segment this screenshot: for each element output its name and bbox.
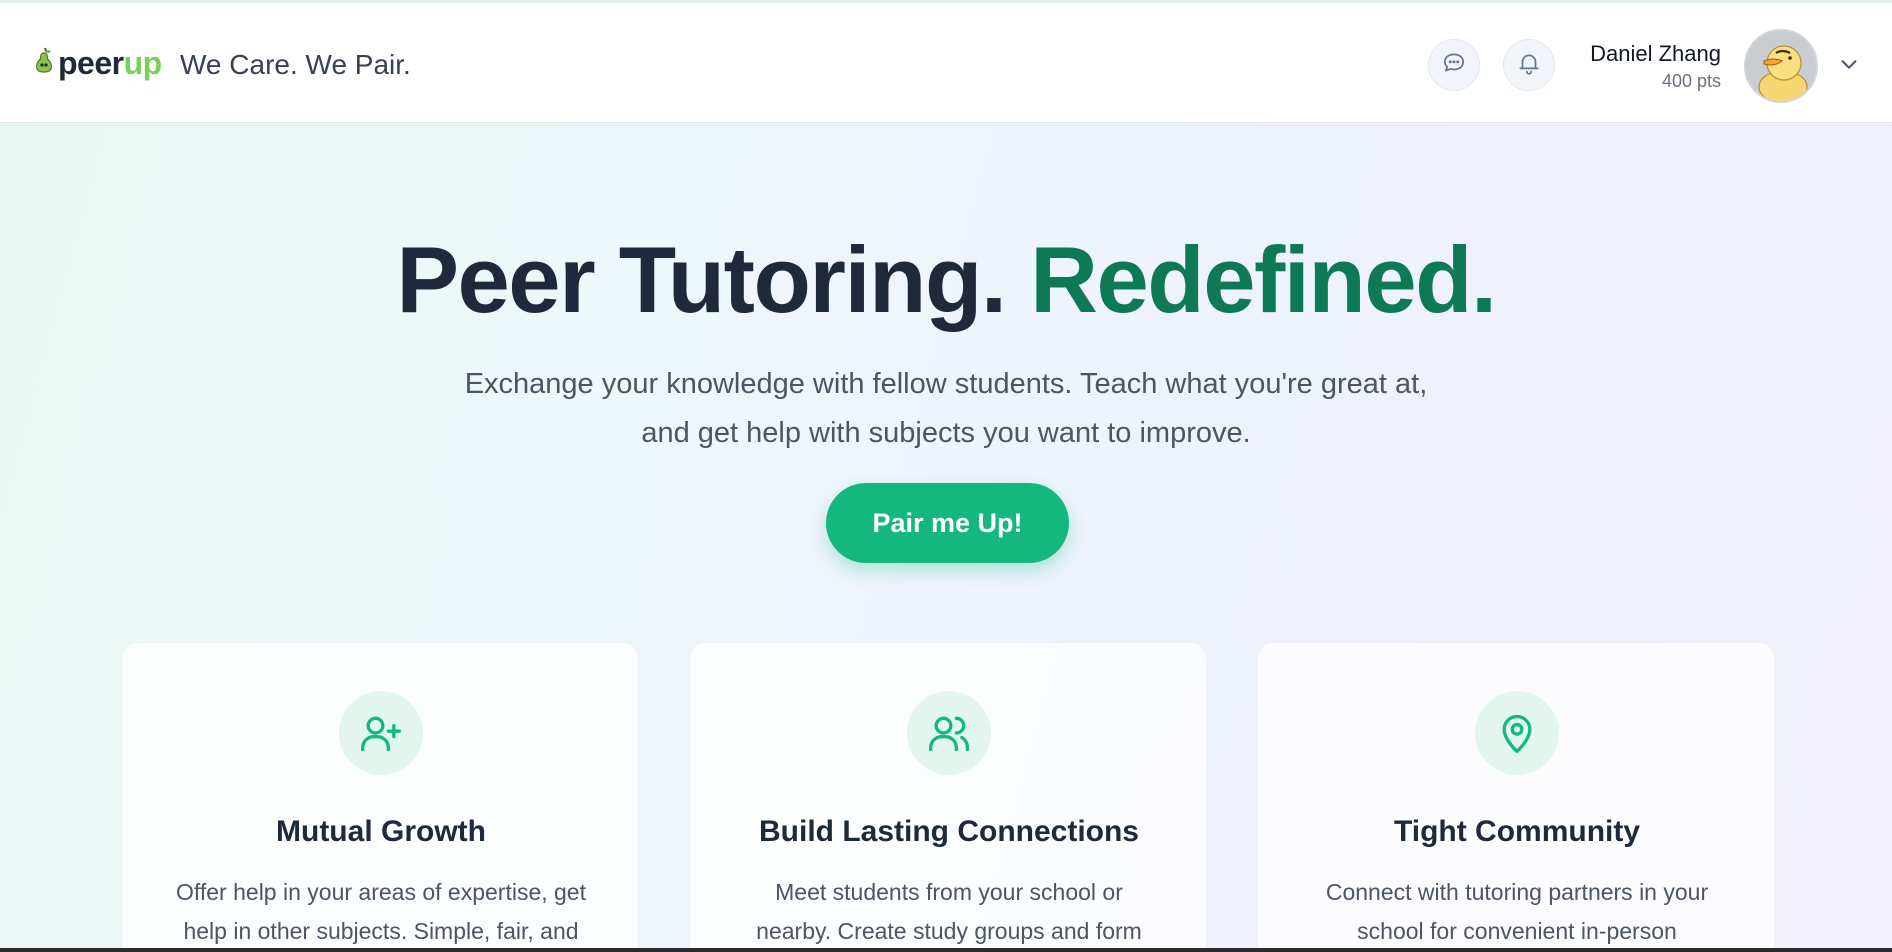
messages-button[interactable] xyxy=(1428,39,1480,91)
feature-description-line-1: Connect with tutoring partners in your xyxy=(1325,879,1709,905)
feature-card-mutual-growth: Mutual Growth Offer help in your areas o… xyxy=(121,642,639,952)
feature-card-tight-community: Tight Community Connect with tutoring pa… xyxy=(1257,642,1775,952)
bell-icon xyxy=(1516,50,1542,81)
headline-main: Peer Tutoring. xyxy=(396,227,1031,332)
logo[interactable]: peerup xyxy=(34,45,162,82)
feature-title: Build Lasting Connections xyxy=(759,815,1139,848)
window-bottom-edge xyxy=(0,948,1892,952)
feature-title: Mutual Growth xyxy=(276,815,486,848)
users-icon xyxy=(907,691,991,775)
user-points: 400 pts xyxy=(1661,71,1721,91)
feature-description-line-2: school for convenient in-person xyxy=(1357,918,1677,944)
hero-subtitle: Exchange your knowledge with fellow stud… xyxy=(446,360,1446,458)
avatar[interactable] xyxy=(1744,29,1818,103)
subtitle-line-1: Exchange your knowledge with fellow stud… xyxy=(464,368,1428,400)
subtitle-line-2: and get help with subjects you want to i… xyxy=(641,417,1251,449)
user-name: Daniel Zhang xyxy=(1590,41,1721,66)
feature-card-build-connections: Build Lasting Connections Meet students … xyxy=(689,642,1207,952)
user-menu-toggle[interactable] xyxy=(1838,53,1860,80)
chat-bubble-icon xyxy=(1441,50,1467,81)
tagline: We Care. We Pair. xyxy=(180,49,411,80)
chevron-down-icon xyxy=(1838,60,1860,79)
logo-wordmark: peerup xyxy=(58,45,162,82)
feature-description-line-2: nearby. Create study groups and form xyxy=(756,918,1142,944)
logo-text-peer: peer xyxy=(58,45,124,81)
feature-description-line-1: Offer help in your areas of expertise, g… xyxy=(176,879,586,905)
notifications-button[interactable] xyxy=(1503,39,1555,91)
map-pin-icon xyxy=(1475,691,1559,775)
pear-icon xyxy=(34,47,54,80)
duck-avatar-image xyxy=(1746,31,1816,101)
logo-text-up: up xyxy=(123,45,163,81)
feature-description-line-1: Meet students from your school or xyxy=(775,879,1123,905)
user-plus-icon xyxy=(339,691,423,775)
feature-description-line-2: help in other subjects. Simple, fair, an… xyxy=(183,918,579,944)
top-navbar: peerup We Care. We Pair. Daniel Zhang 40… xyxy=(0,3,1892,123)
headline-accent: Redefined. xyxy=(1030,227,1497,332)
hero-headline: Peer Tutoring. Redefined. xyxy=(0,226,1892,334)
feature-description: Connect with tutoring partners in your s… xyxy=(1298,873,1736,951)
feature-description: Offer help in your areas of expertise, g… xyxy=(162,873,600,951)
pair-me-up-button[interactable]: Pair me Up! xyxy=(826,483,1069,563)
feature-title: Tight Community xyxy=(1393,815,1641,848)
feature-description: Meet students from your school or nearby… xyxy=(730,873,1168,951)
